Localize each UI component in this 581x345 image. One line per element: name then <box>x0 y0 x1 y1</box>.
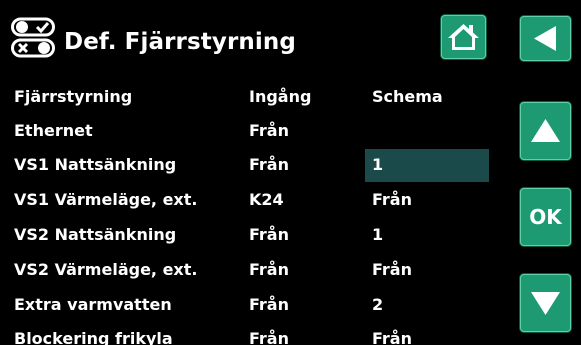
home-button[interactable] <box>441 15 486 59</box>
row-schedule-value[interactable]: Från <box>372 322 412 345</box>
row-schedule-value[interactable]: 1 <box>372 148 383 182</box>
table-row[interactable]: Ethernet Från <box>0 114 505 148</box>
row-label: Ethernet <box>14 121 93 140</box>
row-label: VS2 Värmeläge, ext. <box>14 260 198 279</box>
table-row-selected[interactable]: VS1 Nattsänkning Från 1 <box>0 148 505 182</box>
row-input-value[interactable]: Från <box>249 114 289 148</box>
row-input-value[interactable]: Från <box>249 253 289 287</box>
column-header-row: Fjärrstyrning Ingång Schema <box>0 80 505 114</box>
row-label: VS1 Värmeläge, ext. <box>14 190 198 209</box>
row-label: Blockering frikyla <box>14 329 173 345</box>
table-row[interactable]: VS2 Värmeläge, ext. Från Från <box>0 253 505 287</box>
row-input-value[interactable]: Från <box>249 322 289 345</box>
row-schedule-value[interactable]: 2 <box>372 288 383 322</box>
row-schedule-value[interactable]: Från <box>372 183 412 217</box>
row-label: Extra varmvatten <box>14 295 172 314</box>
page-title: Def. Fjärrstyrning <box>64 29 296 55</box>
row-label: VS2 Nattsänkning <box>14 225 177 244</box>
scroll-down-button[interactable] <box>520 274 571 332</box>
column-header-remote: Fjärrstyrning <box>14 87 133 106</box>
back-button[interactable] <box>520 16 571 61</box>
table-row[interactable]: Extra varmvatten Från 2 <box>0 288 505 322</box>
row-input-value[interactable]: Från <box>249 218 289 252</box>
row-input-value[interactable]: Från <box>249 148 289 182</box>
home-icon <box>448 24 479 50</box>
column-header-schedule: Schema <box>372 87 443 106</box>
row-label: VS1 Nattsänkning <box>14 155 177 174</box>
screen: Def. Fjärrstyrning Fjärrstyrning Ingång … <box>0 0 581 345</box>
row-schedule-value[interactable]: Från <box>372 253 412 287</box>
ok-button[interactable]: OK <box>520 188 571 246</box>
toggle-switches-icon <box>11 17 55 58</box>
scroll-up-button[interactable] <box>520 102 571 160</box>
row-input-value[interactable]: Från <box>249 288 289 322</box>
table-row[interactable]: Blockering frikyla Från Från <box>0 322 505 345</box>
back-arrow-icon <box>534 26 556 51</box>
row-schedule-value[interactable]: 1 <box>372 218 383 252</box>
selection-highlight <box>365 149 489 182</box>
column-header-input: Ingång <box>249 87 312 106</box>
up-arrow-icon <box>531 119 560 142</box>
row-input-value[interactable]: K24 <box>249 183 284 217</box>
table-row[interactable]: VS1 Värmeläge, ext. K24 Från <box>0 183 505 217</box>
down-arrow-icon <box>531 292 560 315</box>
table-row[interactable]: VS2 Nattsänkning Från 1 <box>0 218 505 252</box>
